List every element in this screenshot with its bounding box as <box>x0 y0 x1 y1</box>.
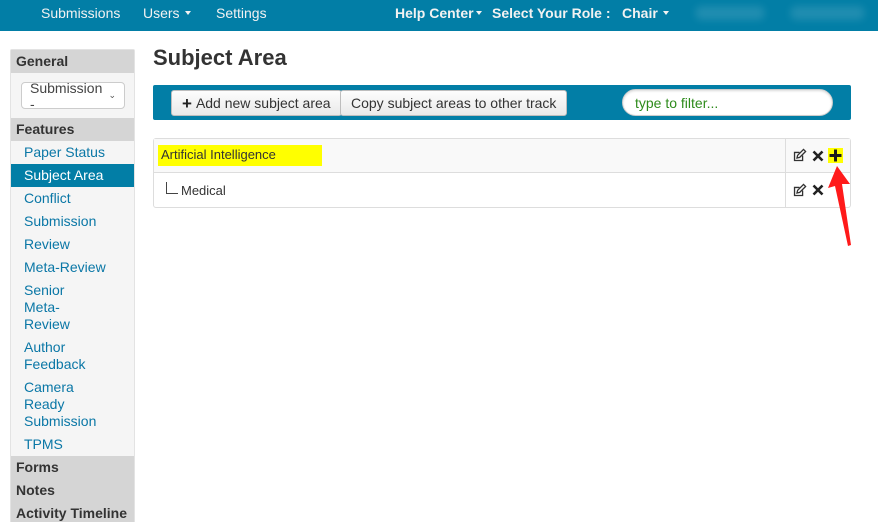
sidebar-item-subject-area[interactable]: Subject Area <box>11 164 134 187</box>
chevron-down-icon: ⌄ <box>108 90 116 100</box>
redacted-nav-item[interactable] <box>695 6 765 20</box>
edit-icon[interactable] <box>792 148 807 163</box>
sidebar-select-wrapper: Submission - ⌄ <box>11 73 134 118</box>
sidebar-item-conflict[interactable]: Conflict <box>11 187 134 210</box>
toolbar: + Add new subject area Copy subject area… <box>153 85 851 120</box>
copy-subject-areas-label: Copy subject areas to other track <box>351 95 557 111</box>
tree-branch-icon <box>166 182 178 194</box>
caret-down-icon <box>662 11 669 16</box>
subject-area-name-cell: Artificial Intelligence <box>154 139 785 172</box>
select-role-label: Select Your Role : <box>492 5 611 21</box>
role-value: Chair <box>622 5 658 21</box>
sidebar-item-paper-status[interactable]: Paper Status <box>11 141 134 164</box>
subject-area-name[interactable]: Artificial Intelligence <box>158 145 322 166</box>
nav-users[interactable]: Users <box>143 5 191 21</box>
nav-settings[interactable]: Settings <box>216 5 267 21</box>
add-subject-area-button[interactable]: + Add new subject area <box>171 90 342 116</box>
subject-area-name[interactable]: Medical <box>181 183 226 198</box>
subject-area-row: Artificial Intelligence <box>154 139 850 173</box>
subject-area-row: Medical <box>154 173 850 207</box>
sidebar-header-notes[interactable]: Notes <box>11 479 134 502</box>
delete-icon[interactable] <box>810 183 825 198</box>
sidebar-item-senior-meta-review[interactable]: Senior Meta-Review <box>11 279 111 336</box>
delete-icon[interactable] <box>810 148 825 163</box>
nav-help-center[interactable]: Help Center <box>395 5 482 21</box>
general-select[interactable]: Submission - ⌄ <box>21 79 125 112</box>
caret-down-icon <box>475 11 482 16</box>
sidebar-header-features: Features <box>11 118 134 141</box>
sidebar: General Submission - ⌄ Features Paper St… <box>10 49 135 522</box>
sidebar-item-camera-ready[interactable]: Camera Ready Submission <box>11 376 123 433</box>
edit-icon[interactable] <box>792 182 807 198</box>
sidebar-header-forms[interactable]: Forms <box>11 456 134 479</box>
role-dropdown[interactable]: Chair <box>622 5 669 21</box>
subject-area-tree: Artificial Intelligence Medical <box>153 138 851 208</box>
copy-subject-areas-button[interactable]: Copy subject areas to other track <box>340 90 568 116</box>
nav-submissions[interactable]: Submissions <box>41 5 120 21</box>
sidebar-item-meta-review[interactable]: Meta-Review <box>11 256 134 279</box>
caret-down-icon <box>184 11 191 16</box>
plus-icon: + <box>182 93 192 113</box>
subject-area-name-cell: Medical <box>154 173 785 207</box>
add-subject-area-label: Add new subject area <box>195 95 331 111</box>
annotation-arrow-icon <box>828 166 851 246</box>
add-child-icon[interactable] <box>828 148 843 163</box>
page-title: Subject Area <box>153 45 287 70</box>
filter-input[interactable] <box>622 89 833 116</box>
redacted-nav-item[interactable] <box>790 6 865 20</box>
top-navbar: Submissions Users Settings Help Center S… <box>0 0 878 31</box>
sidebar-header-general: General <box>11 50 134 73</box>
general-select-value: Submission - <box>30 79 103 112</box>
sidebar-item-review[interactable]: Review <box>11 233 134 256</box>
sidebar-item-author-feedback[interactable]: Author Feedback <box>11 336 101 376</box>
nav-help-center-label: Help Center <box>395 5 474 21</box>
sidebar-item-tpms[interactable]: TPMS <box>11 433 134 456</box>
sidebar-header-activity-timeline[interactable]: Activity Timeline <box>11 502 134 522</box>
sidebar-item-submission[interactable]: Submission <box>11 210 134 233</box>
nav-users-label: Users <box>143 5 180 21</box>
